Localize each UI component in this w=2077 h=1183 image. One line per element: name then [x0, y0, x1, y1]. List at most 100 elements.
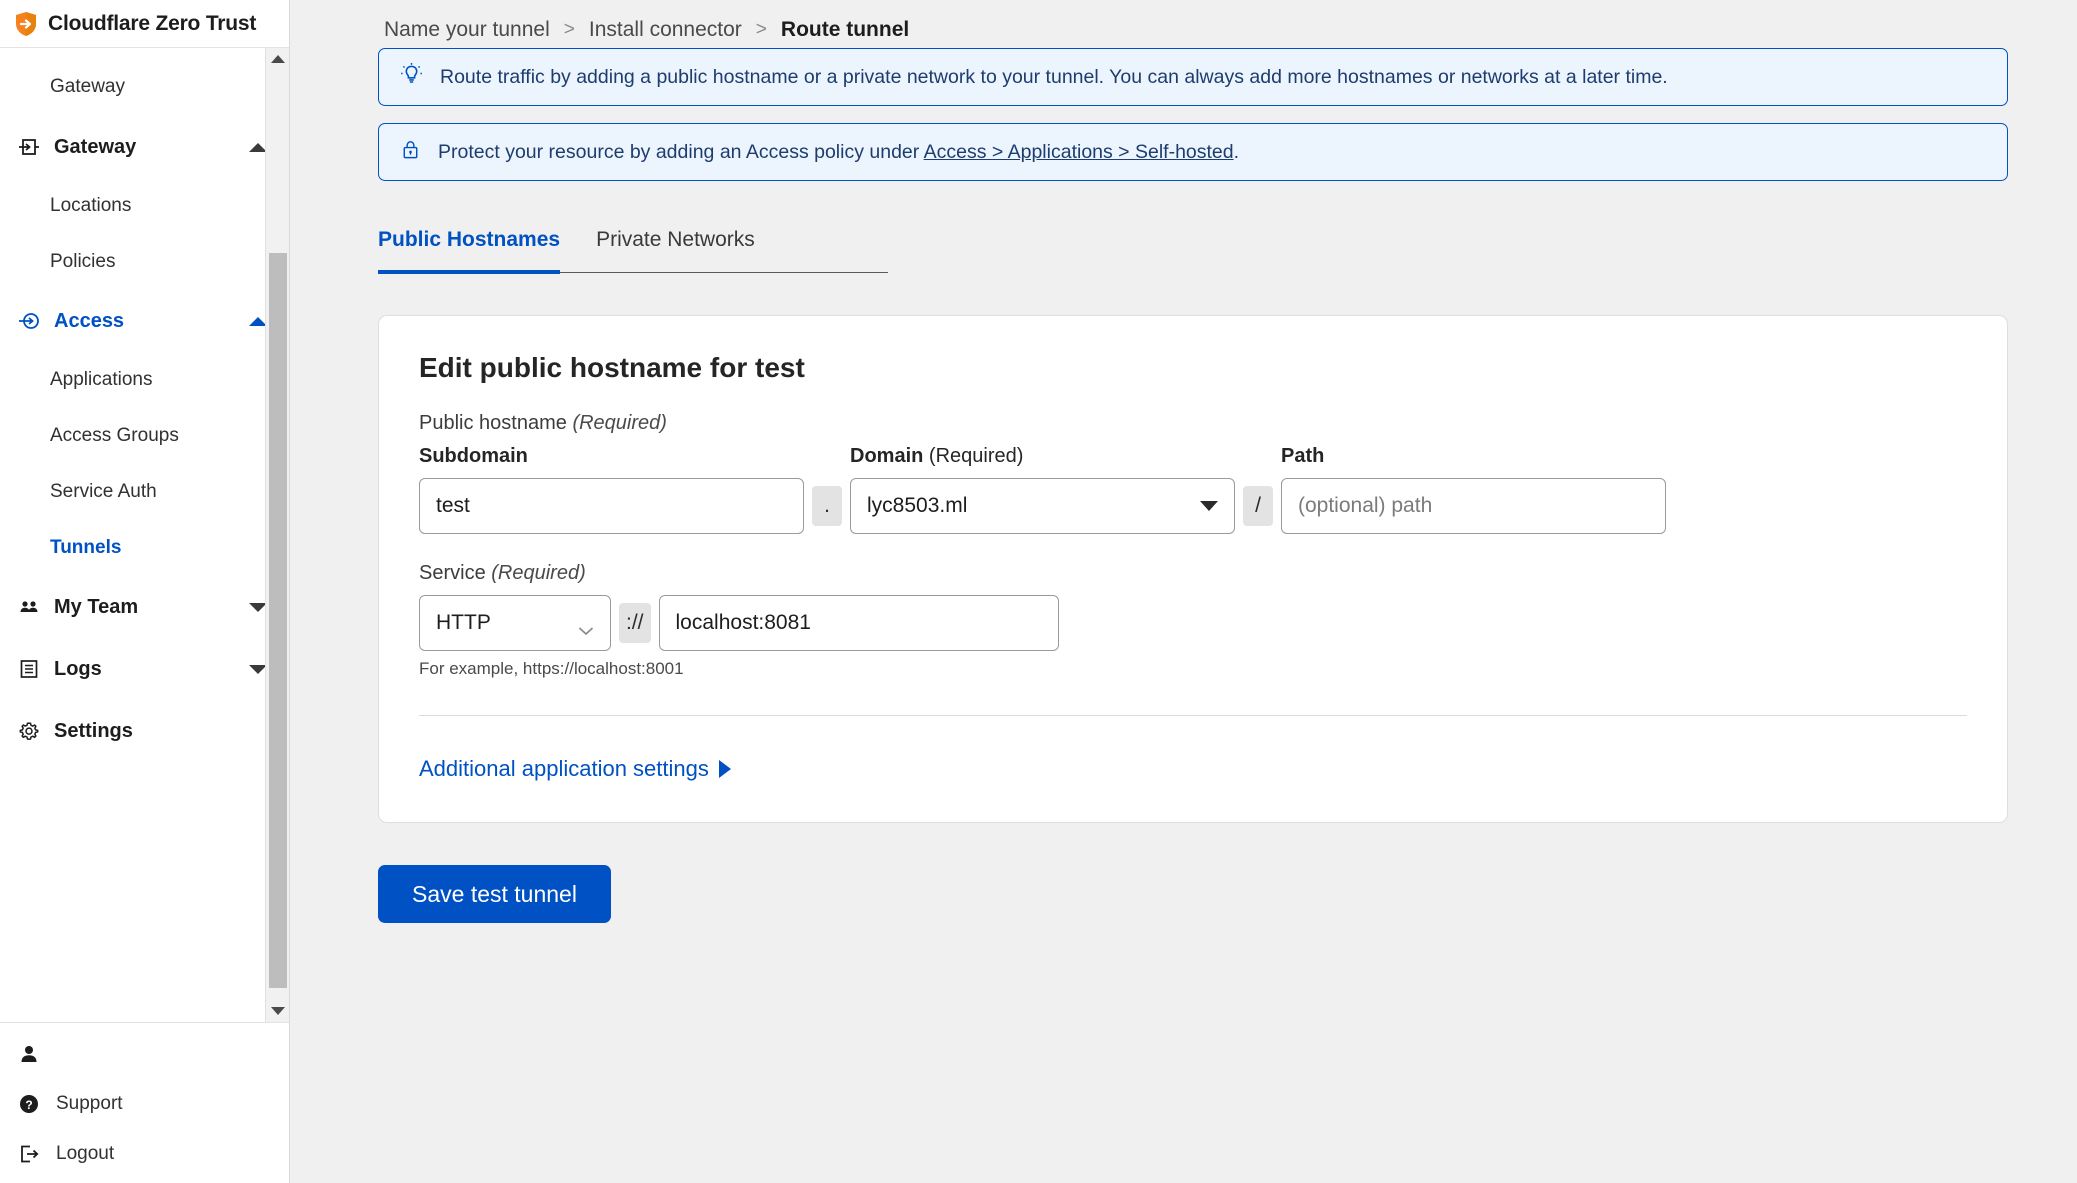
chevron-up-icon — [271, 55, 285, 63]
protocol-group: HTTP — [419, 595, 611, 651]
sidebar-item-applications[interactable]: Applications — [0, 352, 289, 408]
sidebar-item-label: Locations — [50, 195, 131, 217]
path-input[interactable]: (optional) path — [1281, 478, 1666, 534]
team-icon — [18, 596, 40, 618]
sidebar-group-label: Access — [54, 310, 235, 333]
card-title: Edit public hostname for test — [419, 352, 1967, 384]
sidebar-item-label: Policies — [50, 251, 115, 273]
sidebar-item-account[interactable] — [0, 1029, 289, 1079]
public-hostname-label-text: Public hostname — [419, 412, 567, 434]
sidebar-item-service-auth[interactable]: Service Auth — [0, 464, 289, 520]
sidebar-group-logs[interactable]: Logs — [0, 638, 289, 700]
additional-application-settings-link[interactable]: Additional application settings — [419, 756, 731, 782]
service-label-text: Service — [419, 562, 486, 584]
domain-label: Domain (Required) — [850, 445, 1235, 468]
main-content: Name your tunnel > Install connector > R… — [290, 0, 2077, 1183]
target-group: localhost:8081 — [659, 595, 1059, 651]
logs-icon — [18, 658, 40, 680]
service-row: HTTP :// localhost:8081 — [419, 595, 1967, 651]
access-icon — [18, 310, 40, 332]
banner-text-after: . — [1234, 141, 1239, 163]
app-root: Cloudflare Zero Trust Gateway G — [0, 0, 2077, 1183]
sidebar-group-settings[interactable]: Settings — [0, 700, 289, 762]
domain-label-text: Domain — [850, 445, 923, 467]
gear-icon — [18, 720, 40, 742]
user-icon — [18, 1043, 40, 1065]
sidebar-group-access[interactable]: Access — [0, 290, 289, 352]
edit-hostname-card: Edit public hostname for test Public hos… — [378, 315, 2008, 823]
shield-icon — [14, 11, 38, 37]
service-label: Service (Required) — [419, 562, 1967, 585]
slash-separator: / — [1243, 486, 1273, 526]
chevron-right-icon — [719, 760, 731, 778]
sidebar-item-label: Logout — [56, 1143, 267, 1165]
protocol-select[interactable]: HTTP — [419, 595, 611, 651]
help-icon: ? — [18, 1093, 40, 1115]
sidebar-group-label: Gateway — [54, 136, 235, 159]
sidebar-footer: ? Support Logout — [0, 1023, 289, 1183]
sidebar-group-label: Logs — [54, 658, 235, 681]
svg-text:?: ? — [25, 1098, 32, 1112]
sidebar-group-label: Settings — [54, 720, 267, 743]
domain-group: Domain (Required) lyc8503.ml — [850, 445, 1235, 534]
sidebar-item-label: Applications — [50, 369, 152, 391]
domain-select[interactable]: lyc8503.ml — [850, 478, 1235, 534]
brand-header[interactable]: Cloudflare Zero Trust — [0, 0, 289, 48]
lock-icon — [399, 138, 422, 166]
additional-settings-label: Additional application settings — [419, 756, 709, 782]
banner-text-before: Protect your resource by adding an Acces… — [438, 141, 924, 163]
breadcrumb: Name your tunnel > Install connector > R… — [290, 0, 2077, 48]
breadcrumb-item-route-tunnel[interactable]: Route tunnel — [781, 18, 909, 42]
hostname-row: Subdomain test . Domain (Required) lyc85… — [419, 445, 1967, 534]
sidebar-item-support[interactable]: ? Support — [0, 1079, 289, 1129]
access-applications-link[interactable]: Access > Applications > Self-hosted — [924, 141, 1234, 163]
gateway-icon — [18, 136, 40, 158]
scheme-separator: :// — [619, 603, 651, 643]
sidebar-scrollbar[interactable] — [265, 48, 289, 1022]
info-banner-access-policy: Protect your resource by adding an Acces… — [378, 123, 2008, 181]
brand-title: Cloudflare Zero Trust — [48, 12, 256, 36]
banner-text: Route traffic by adding a public hostnam… — [440, 64, 1668, 90]
tab-spacer — [560, 228, 596, 272]
sidebar-item-label: Service Auth — [50, 481, 157, 503]
tab-private-networks[interactable]: Private Networks — [596, 228, 755, 272]
sidebar-item-locations[interactable]: Locations — [0, 178, 289, 234]
sidebar-scroll-area: Gateway Gateway Locations — [0, 48, 289, 1023]
sidebar-item-tunnels[interactable]: Tunnels — [0, 520, 289, 576]
scroll-down-button[interactable] — [266, 1000, 289, 1022]
save-button[interactable]: Save test tunnel — [378, 865, 611, 923]
chevron-down-icon — [1200, 501, 1218, 511]
tab-public-hostnames[interactable]: Public Hostnames — [378, 228, 560, 274]
breadcrumb-item-install-connector[interactable]: Install connector — [589, 18, 742, 42]
scroll-up-button[interactable] — [266, 48, 289, 70]
sidebar: Cloudflare Zero Trust Gateway G — [0, 0, 290, 1183]
required-note: (Required) — [491, 562, 585, 584]
sidebar-item-policies[interactable]: Policies — [0, 234, 289, 290]
scrollbar-thumb[interactable] — [269, 253, 287, 988]
required-note: (Required) — [929, 445, 1023, 467]
sidebar-group-gateway[interactable]: Gateway — [0, 116, 289, 178]
sidebar-item-gateway-overview[interactable]: Gateway — [0, 58, 289, 116]
public-hostname-label: Public hostname (Required) — [419, 412, 1967, 435]
subdomain-input[interactable]: test — [419, 478, 804, 534]
sidebar-item-label: Tunnels — [50, 537, 121, 559]
card-divider — [419, 715, 1967, 716]
sidebar-item-logout[interactable]: Logout — [0, 1129, 289, 1179]
required-note: (Required) — [572, 412, 666, 434]
service-helper-text: For example, https://localhost:8001 — [419, 659, 1967, 679]
path-label: Path — [1281, 445, 1666, 468]
domain-select-value: lyc8503.ml — [867, 494, 967, 518]
dot-separator: . — [812, 486, 842, 526]
info-banner-route-traffic: Route traffic by adding a public hostnam… — [378, 48, 2008, 106]
sidebar-item-label: Support — [56, 1093, 251, 1115]
path-group: Path (optional) path — [1281, 445, 1666, 534]
service-target-input[interactable]: localhost:8081 — [659, 595, 1059, 651]
breadcrumb-item-name-your-tunnel[interactable]: Name your tunnel — [384, 18, 550, 42]
subdomain-label: Subdomain — [419, 445, 804, 468]
sidebar-item-access-groups[interactable]: Access Groups — [0, 408, 289, 464]
sidebar-group-my-team[interactable]: My Team — [0, 576, 289, 638]
lightbulb-icon — [399, 62, 424, 92]
logout-icon — [18, 1143, 40, 1165]
sidebar-group-label: My Team — [54, 596, 235, 619]
protocol-select-value: HTTP — [436, 611, 491, 635]
